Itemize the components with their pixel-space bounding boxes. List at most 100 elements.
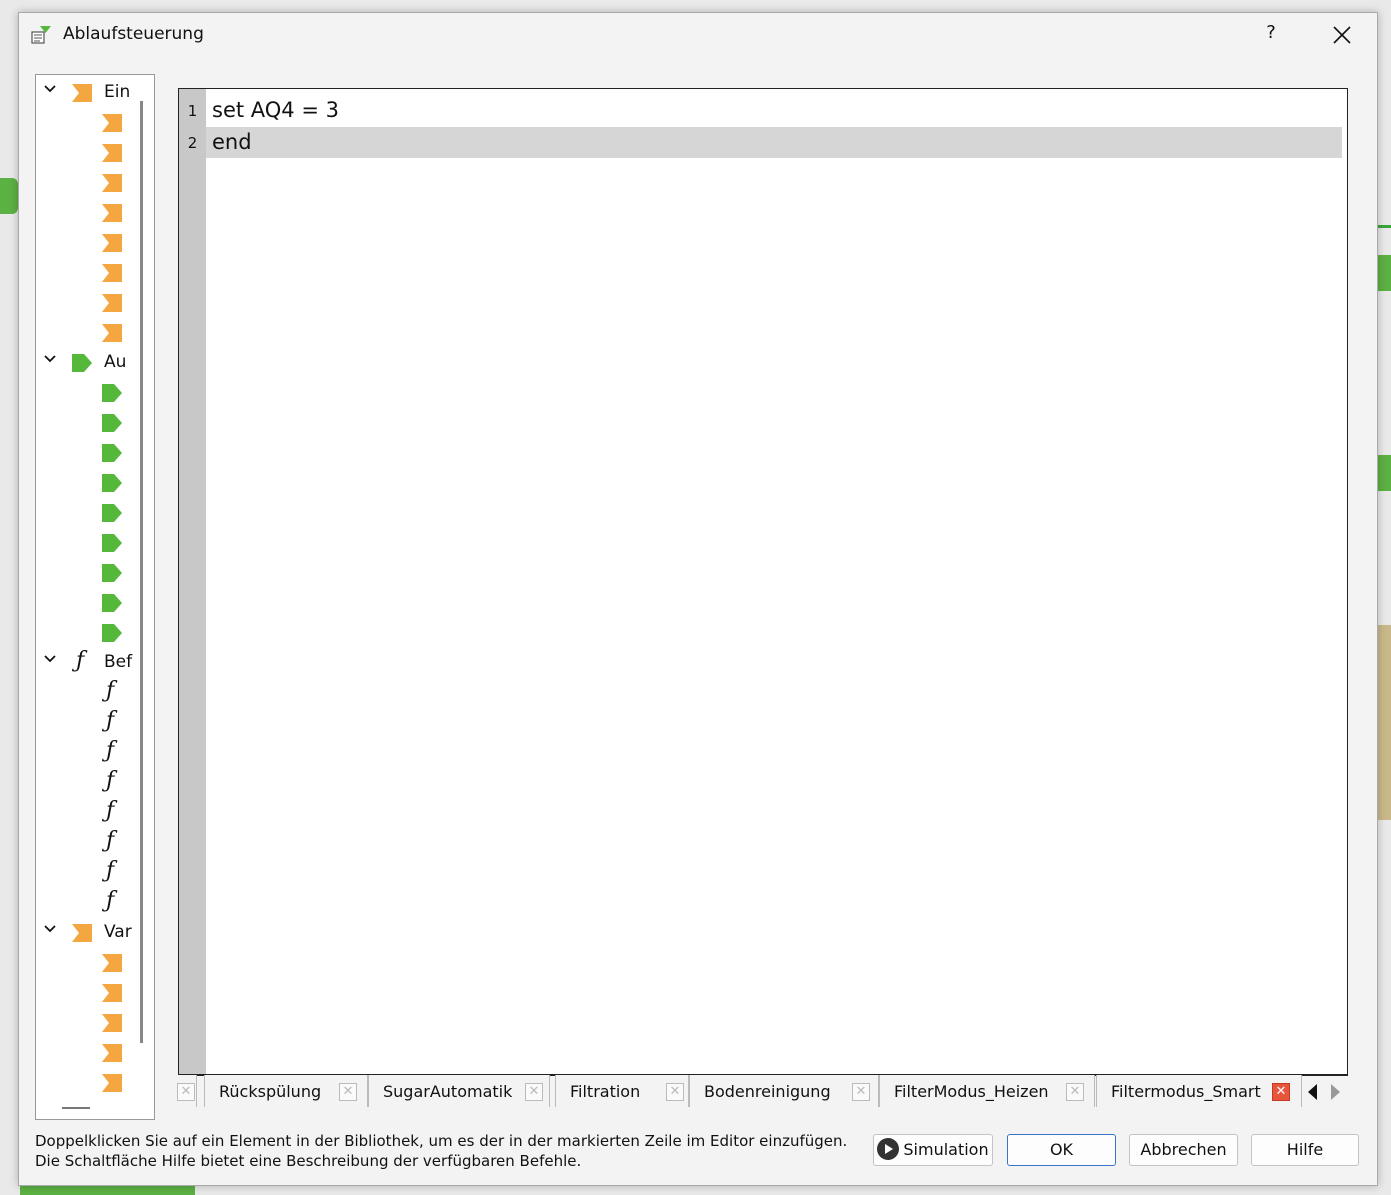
tree-item[interactable] [36,287,136,317]
background-node [1378,255,1391,291]
tree-item[interactable] [36,617,136,647]
tab-close-icon[interactable]: ✕ [525,1083,543,1101]
tree-vertical-scrollbar[interactable] [140,101,143,1043]
orange-input-icon [102,1044,122,1062]
play-icon [877,1137,900,1160]
orange-input-icon [102,954,122,972]
orange-input-icon [102,264,122,282]
background-node [20,1185,195,1195]
tab-close-icon[interactable]: ✕ [1272,1083,1290,1101]
cancel-button[interactable]: Abbrechen [1129,1134,1238,1166]
green-output-icon [72,354,92,372]
orange-input-icon [102,114,122,132]
tree-item[interactable]: ƒ [36,887,136,917]
tree-item[interactable] [36,467,136,497]
tree-item[interactable] [36,497,136,527]
tab-label: Bodenreinigung [704,1082,831,1101]
tree-group[interactable]: Au [36,347,136,377]
tree-item[interactable] [36,257,136,287]
tab-close-icon[interactable]: ✕ [852,1083,870,1101]
tree-group-label: Au [104,352,127,372]
tab-sugarautomatik[interactable]: SugarAutomatik ✕ [368,1075,550,1107]
tree-item[interactable] [36,137,136,167]
tab-filtermodus-smart[interactable]: Filtermodus_Smart ✕ [1096,1075,1302,1107]
help-footer-button[interactable]: Hilfe [1251,1134,1359,1166]
tab-rueckspuelung[interactable]: Rückspülung ✕ [204,1075,368,1107]
editor-line-current[interactable]: 2 end [179,127,1347,158]
green-output-icon [102,564,122,582]
tree-item[interactable] [36,1037,136,1067]
tree-item[interactable] [36,407,136,437]
tree-item[interactable] [36,377,136,407]
orange-input-icon [102,204,122,222]
tree-item[interactable]: ƒ [36,827,136,857]
tree-item[interactable]: ƒ [36,737,136,767]
green-output-icon [102,594,122,612]
background-node [0,178,18,214]
help-button[interactable]: ? [1259,22,1283,48]
tab-close-icon[interactable]: ✕ [339,1083,357,1101]
tree-item[interactable] [36,227,136,257]
function-icon: ƒ [106,888,115,913]
script-tabs: ✕ Rückspülung ✕ SugarAutomatik ✕ Filtrat… [177,1075,1358,1109]
tree-item[interactable] [36,557,136,587]
tree-item[interactable]: ƒ [36,767,136,797]
simulation-button[interactable]: Simulation [873,1134,993,1166]
code-editor[interactable]: 1 set AQ4 = 3 2 end [178,88,1348,1076]
tab-close-icon[interactable]: ✕ [666,1083,684,1101]
tree-item[interactable]: ƒ [36,797,136,827]
tab-filtermodus-heizen[interactable]: FilterModus_Heizen ✕ [879,1075,1095,1107]
tree-group[interactable]: Var [36,917,136,947]
tree-group[interactable]: ƒ Bef [36,647,136,677]
tree-item[interactable]: ƒ [36,707,136,737]
tree-item[interactable] [36,1067,136,1097]
green-output-icon [102,474,122,492]
chevron-down-icon[interactable] [42,651,58,667]
tree-item[interactable]: ƒ [36,677,136,707]
chevron-down-icon[interactable] [42,921,58,937]
tree-item[interactable] [36,317,136,347]
library-tree[interactable]: Ein Au ƒ Bef ƒ ƒ ƒ ƒ ƒ ƒ ƒ ƒ Var [35,74,155,1120]
tree-item[interactable] [36,527,136,557]
background-node [1378,455,1391,491]
close-icon [1333,26,1351,44]
chevron-down-icon[interactable] [42,351,58,367]
tree-item[interactable] [36,977,136,1007]
dialog-title: Ablaufsteuerung [63,24,204,44]
function-icon: ƒ [106,768,115,793]
editor-line[interactable]: 1 set AQ4 = 3 [179,95,1347,126]
app-icon [31,26,51,44]
tree-horizontal-scrollbar[interactable] [62,1107,90,1109]
background-note [1378,625,1391,820]
ok-button[interactable]: OK [1007,1134,1116,1166]
tab-close-icon[interactable]: ✕ [177,1083,195,1101]
tree-item[interactable] [36,587,136,617]
tree-item[interactable]: ƒ [36,857,136,887]
title-bar: Ablaufsteuerung ? [19,13,1377,57]
function-icon: ƒ [106,798,115,823]
line-number: 2 [187,134,198,152]
orange-input-icon [102,174,122,192]
green-output-icon [102,384,122,402]
function-icon: ƒ [106,678,115,703]
function-icon: ƒ [106,858,115,883]
function-icon: ƒ [106,708,115,733]
tab-partial[interactable]: ✕ [177,1075,197,1107]
orange-input-icon [102,294,122,312]
tab-scroll-left-icon[interactable] [1304,1081,1322,1103]
tab-bodenreinigung[interactable]: Bodenreinigung ✕ [689,1075,879,1107]
tab-close-icon[interactable]: ✕ [1066,1083,1084,1101]
tree-item[interactable] [36,1007,136,1037]
tab-label: Filtration [570,1082,641,1101]
tree-item[interactable] [36,107,136,137]
tree-item[interactable] [36,437,136,467]
close-button[interactable] [1327,21,1357,49]
tree-group[interactable]: Ein [36,77,136,107]
tab-scroll-right-icon[interactable] [1326,1081,1344,1103]
tree-item[interactable] [36,197,136,227]
tree-item[interactable] [36,947,136,977]
tab-filtration[interactable]: Filtration ✕ [555,1075,689,1107]
tree-item[interactable] [36,167,136,197]
hint-line-1: Doppelklicken Sie auf ein Element in der… [35,1132,848,1150]
chevron-down-icon[interactable] [42,81,58,97]
